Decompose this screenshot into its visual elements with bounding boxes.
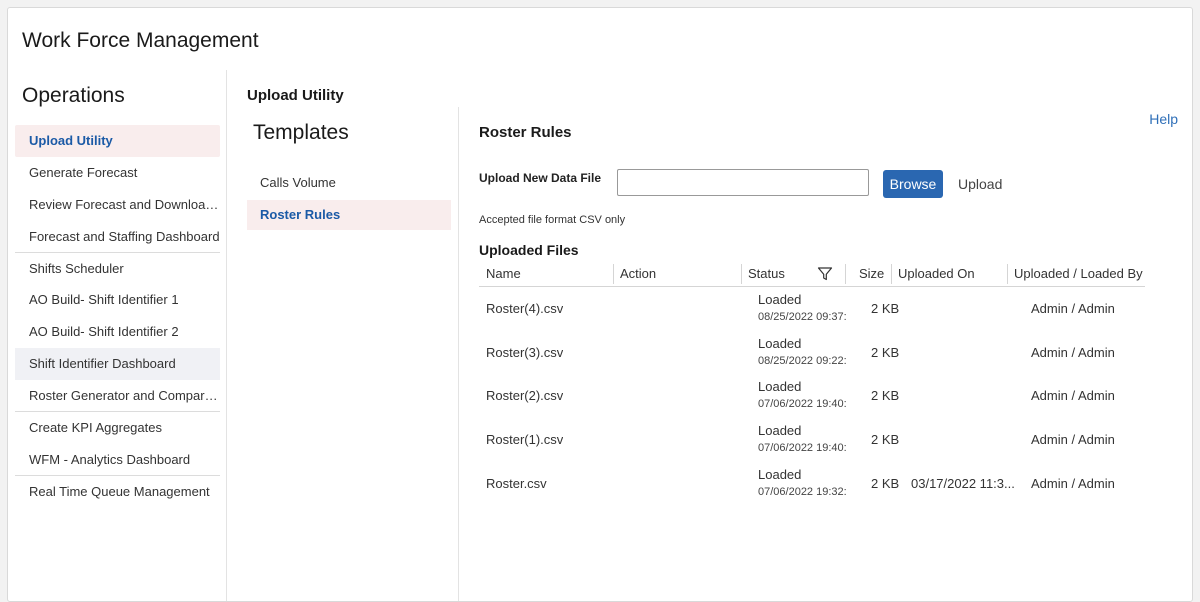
column-divider [741,264,742,284]
sidebar-item-wfm-analytics[interactable]: WFM - Analytics Dashboard [15,444,220,476]
file-name: Roster(4).csv [486,301,564,316]
file-name: Roster.csv [486,475,547,491]
file-status-time: 07/06/2022 19:40: [758,442,847,455]
sidebar-item-create-kpi[interactable]: Create KPI Aggregates [15,412,220,444]
uploaded-files-title: Uploaded Files [479,242,579,258]
table-row[interactable]: Roster(3).csv Loaded 08/25/2022 09:22: 2… [479,331,1145,375]
help-link[interactable]: Help [1149,111,1178,127]
browse-button[interactable]: Browse [883,170,943,198]
file-status: Loaded [758,335,802,351]
sidebar-item-upload-utility[interactable]: Upload Utility [15,125,220,157]
template-item-calls-volume[interactable]: Calls Volume [247,168,451,198]
file-size: 2 KB [871,388,900,404]
sidebar-item-review-forecast[interactable]: Review Forecast and Download Forecast [15,189,220,221]
column-header-action[interactable]: Action [620,261,656,287]
file-uploaded-by: Admin / Admin [1031,432,1115,448]
file-size: 2 KB [871,475,900,491]
table-row[interactable]: Roster(4).csv Loaded 08/25/2022 09:37: 2… [479,287,1145,331]
sidebar-item-shifts-scheduler[interactable]: Shifts Scheduler [15,253,220,285]
sidebar-item-ao-build-1[interactable]: AO Build- Shift Identifier 1 [15,284,220,316]
template-item-roster-rules[interactable]: Roster Rules [247,200,451,230]
file-size: 2 KB [871,432,900,448]
upload-file-label: Upload New Data File [479,171,602,185]
column-header-uploaded-by[interactable]: Uploaded / Loaded By [1014,261,1143,287]
filter-icon[interactable] [817,266,833,282]
templates-title: Templates [253,121,349,144]
file-status: Loaded [758,423,802,439]
file-uploaded-by: Admin / Admin [1031,344,1115,360]
app-title: Work Force Management [22,29,259,52]
table-header: Name Action Status Size Uploaded On Uplo… [479,261,1145,287]
file-uploaded-on: 03/17/2022 11:3... [911,475,1015,491]
table-row[interactable]: Roster.csv Loaded 07/06/2022 19:32: 2 KB… [479,462,1145,506]
table-row[interactable]: Roster(1).csv Loaded 07/06/2022 19:40: 2… [479,418,1145,462]
file-status: Loaded [758,379,802,395]
file-path-input[interactable] [617,169,869,196]
sidebar-item-generate-forecast[interactable]: Generate Forecast [15,157,220,189]
template-list: Calls Volume Roster Rules [247,168,451,232]
sidebar-title: Operations [22,84,125,107]
accepted-format-note: Accepted file format CSV only [479,214,626,226]
sidebar-item-roster-generator[interactable]: Roster Generator and Comparison [15,380,220,413]
column-header-name[interactable]: Name [486,261,521,287]
column-divider [458,107,459,601]
upload-button[interactable]: Upload [958,176,1002,192]
file-uploaded-by: Admin / Admin [1031,301,1115,316]
app-window: Work Force Management Operations Upload … [7,7,1193,602]
file-status: Loaded [758,466,802,482]
file-status-time: 08/25/2022 09:22: [758,354,847,367]
column-divider [613,264,614,284]
sidebar-item-real-time-queue[interactable]: Real Time Queue Management [15,476,220,508]
column-header-uploaded-on[interactable]: Uploaded On [898,261,975,287]
file-status-time: 07/06/2022 19:40: [758,398,847,411]
templates-panel: Upload Utility Templates Calls Volume Ro… [227,70,459,601]
file-size: 2 KB [871,344,900,360]
column-divider [1007,264,1008,284]
file-uploaded-by: Admin / Admin [1031,388,1115,404]
column-divider [845,264,846,284]
file-status-time: 08/25/2022 09:37: [758,311,847,323]
file-name: Roster(2).csv [486,388,564,404]
file-status: Loaded [758,292,802,307]
uploaded-files-table: Name Action Status Size Uploaded On Uplo… [479,261,1145,505]
file-name: Roster(1).csv [486,432,564,448]
column-header-status[interactable]: Status [748,261,785,287]
file-uploaded-by: Admin / Admin [1031,475,1115,491]
table-row[interactable]: Roster(2).csv Loaded 07/06/2022 19:40: 2… [479,374,1145,418]
column-divider [891,264,892,284]
column-header-size[interactable]: Size [859,261,884,287]
sidebar-item-shift-identifier-dashboard[interactable]: Shift Identifier Dashboard [15,348,220,381]
sidebar: Operations Upload Utility Generate Forec… [8,70,227,601]
sidebar-nav: Upload Utility Generate Forecast Review … [15,125,220,508]
sidebar-item-forecast-dashboard[interactable]: Forecast and Staffing Dashboard [15,221,220,253]
file-name: Roster(3).csv [486,344,564,360]
file-status-time: 07/06/2022 19:32: [758,485,847,498]
section-title: Roster Rules [479,124,572,141]
sidebar-item-ao-build-2[interactable]: AO Build- Shift Identifier 2 [15,316,220,348]
page-title: Upload Utility [247,87,344,104]
file-size: 2 KB [871,301,900,316]
